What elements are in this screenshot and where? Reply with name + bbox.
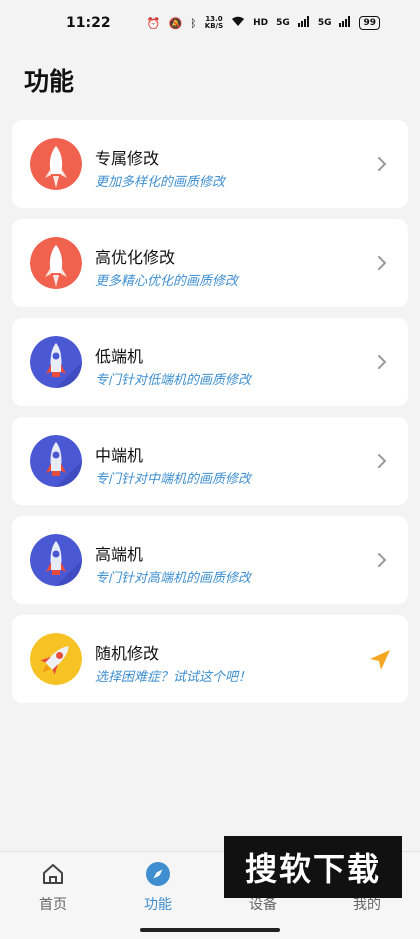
chevron-right-icon [378, 157, 387, 171]
rocket-red-icon [30, 237, 82, 289]
rocket-yellow-icon [30, 633, 82, 685]
home-indicator[interactable] [140, 928, 280, 932]
feature-subtitle: 更加多样化的画质修改 [95, 175, 226, 190]
hd-badge: HD [253, 18, 269, 28]
feature-title: 低端机 [95, 347, 144, 366]
wifi-icon [231, 16, 245, 30]
chevron-right-icon [378, 553, 387, 567]
feature-subtitle: 选择困难症？试试这个吧！ [95, 670, 252, 685]
feature-title: 中端机 [95, 446, 144, 465]
nav-label: 功能 [144, 897, 172, 913]
feature-title: 高优化修改 [95, 248, 176, 267]
rocket-blue-icon [30, 435, 82, 487]
status-time: 11:22 [66, 15, 111, 31]
chevron-right-icon [378, 256, 387, 270]
feature-title: 高端机 [95, 545, 144, 564]
feature-card-low-end[interactable]: 低端机 专门针对低端机的画质修改 [12, 318, 408, 406]
feature-card-random[interactable]: 随机修改 选择困难症？试试这个吧！ [12, 615, 408, 703]
rocket-blue-icon [30, 336, 82, 388]
feature-card-mid-range[interactable]: 中端机 专门针对中端机的画质修改 [12, 417, 408, 505]
feature-title: 专属修改 [95, 149, 160, 168]
network-speed: 13.0 KB/S [205, 16, 223, 30]
feature-subtitle: 专门针对中端机的画质修改 [95, 472, 252, 487]
feature-card-high-end[interactable]: 高端机 专门针对高端机的画质修改 [12, 516, 408, 604]
feature-card-exclusive[interactable]: 专属修改 更加多样化的画质修改 [12, 120, 408, 208]
signal-icon [339, 16, 351, 30]
network-label-2: 5G [317, 18, 332, 28]
send-icon[interactable] [368, 648, 392, 672]
feature-card-optimized[interactable]: 高优化修改 更多精心优化的画质修改 [12, 219, 408, 307]
feature-list: 专属修改 更加多样化的画质修改 高优化修改 更多精心优化的画质修改 低端机 专门… [12, 120, 408, 714]
alarm-icon: ⏰ [146, 16, 161, 30]
chevron-right-icon [378, 355, 387, 369]
nav-home[interactable]: 首页 [8, 862, 98, 914]
network-label-1: 5G [276, 18, 290, 28]
nav-label: 首页 [39, 897, 67, 913]
feature-subtitle: 专门针对低端机的画质修改 [95, 373, 252, 388]
mute-icon: 🔕 [168, 16, 183, 30]
rocket-red-icon [30, 138, 82, 190]
status-icons: ⏰ 🔕 ᛒ 13.0 KB/S HD 5G 5G 99 [147, 16, 380, 30]
signal-icon [297, 16, 310, 30]
compass-icon [146, 862, 170, 886]
watermark: 搜软下载 [224, 836, 402, 898]
page-title: 功能 [24, 67, 75, 96]
status-bar: 11:22 ⏰ 🔕 ᛒ 13.0 KB/S HD 5G 5G 99 [0, 0, 420, 46]
nav-features[interactable]: 功能 [113, 862, 203, 914]
feature-title: 随机修改 [95, 644, 160, 663]
rocket-blue-icon [30, 534, 82, 586]
chevron-right-icon [378, 454, 387, 468]
feature-subtitle: 专门针对高端机的画质修改 [95, 571, 252, 586]
bluetooth-icon: ᛒ [190, 16, 197, 30]
speed-unit: KB/S [204, 22, 224, 30]
feature-subtitle: 更多精心优化的画质修改 [95, 274, 239, 289]
battery-icon: 99 [359, 16, 380, 30]
home-icon [43, 864, 63, 884]
